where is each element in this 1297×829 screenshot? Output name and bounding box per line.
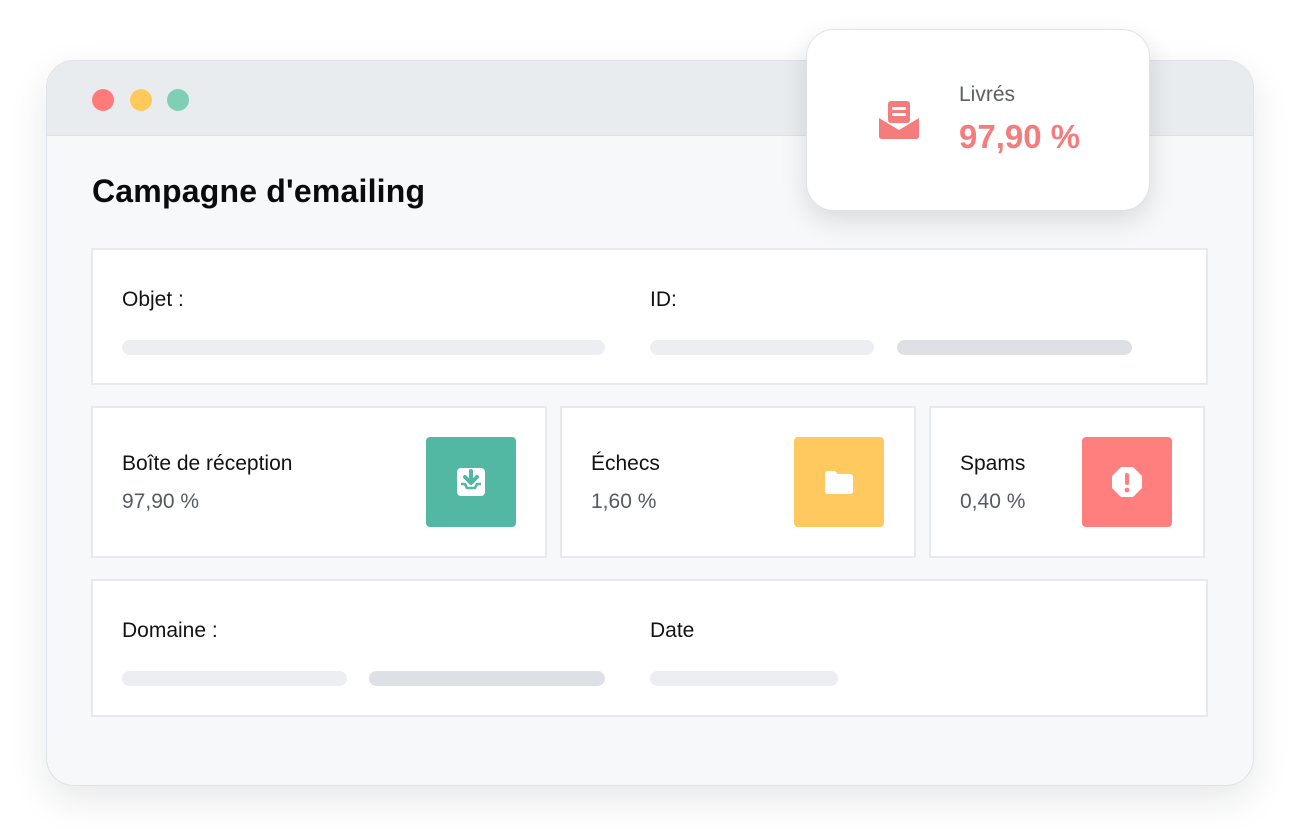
stat-label-spams: Spams xyxy=(960,452,1026,475)
page-title: Campagne d'emailing xyxy=(92,173,426,209)
stat-value-spams: 0,40 % xyxy=(960,490,1026,513)
minimize-window-button[interactable] xyxy=(130,89,152,111)
stat-card-inbox: Boîte de réception 97,90 % xyxy=(91,406,547,558)
delivered-value: 97,90 % xyxy=(959,118,1081,155)
campaign-details-panel: Domaine : Date xyxy=(91,579,1208,717)
id-label: ID: xyxy=(650,288,677,311)
delivered-label: Livrés xyxy=(959,83,1016,106)
stat-card-failures: Échecs 1,60 % xyxy=(560,406,916,558)
subject-label: Objet : xyxy=(122,288,184,311)
domain-placeholder-bar-secondary xyxy=(369,671,605,686)
date-label: Date xyxy=(650,619,695,642)
stat-value-failures: 1,60 % xyxy=(591,490,657,513)
subject-placeholder-bar xyxy=(122,340,605,355)
inbox-download-icon xyxy=(426,437,516,527)
maximize-window-button[interactable] xyxy=(167,89,189,111)
stat-label-inbox: Boîte de réception xyxy=(122,452,293,475)
date-placeholder-bar xyxy=(650,671,838,686)
campaign-info-panel: Objet : ID: xyxy=(91,248,1208,385)
close-window-button[interactable] xyxy=(92,89,114,111)
domain-placeholder-bar xyxy=(122,671,347,686)
id-placeholder-bar-secondary xyxy=(897,340,1132,355)
stat-card-spams: Spams 0,40 % xyxy=(929,406,1205,558)
stat-label-failures: Échecs xyxy=(591,452,660,475)
folder-icon xyxy=(794,437,884,527)
id-placeholder-bar xyxy=(650,340,874,355)
alert-octagon-icon xyxy=(1082,437,1172,527)
domain-label: Domaine : xyxy=(122,619,218,642)
open-envelope-icon xyxy=(879,101,919,139)
stat-value-inbox: 97,90 % xyxy=(122,490,200,513)
delivered-stat-popup: Livrés 97,90 % xyxy=(806,29,1150,211)
